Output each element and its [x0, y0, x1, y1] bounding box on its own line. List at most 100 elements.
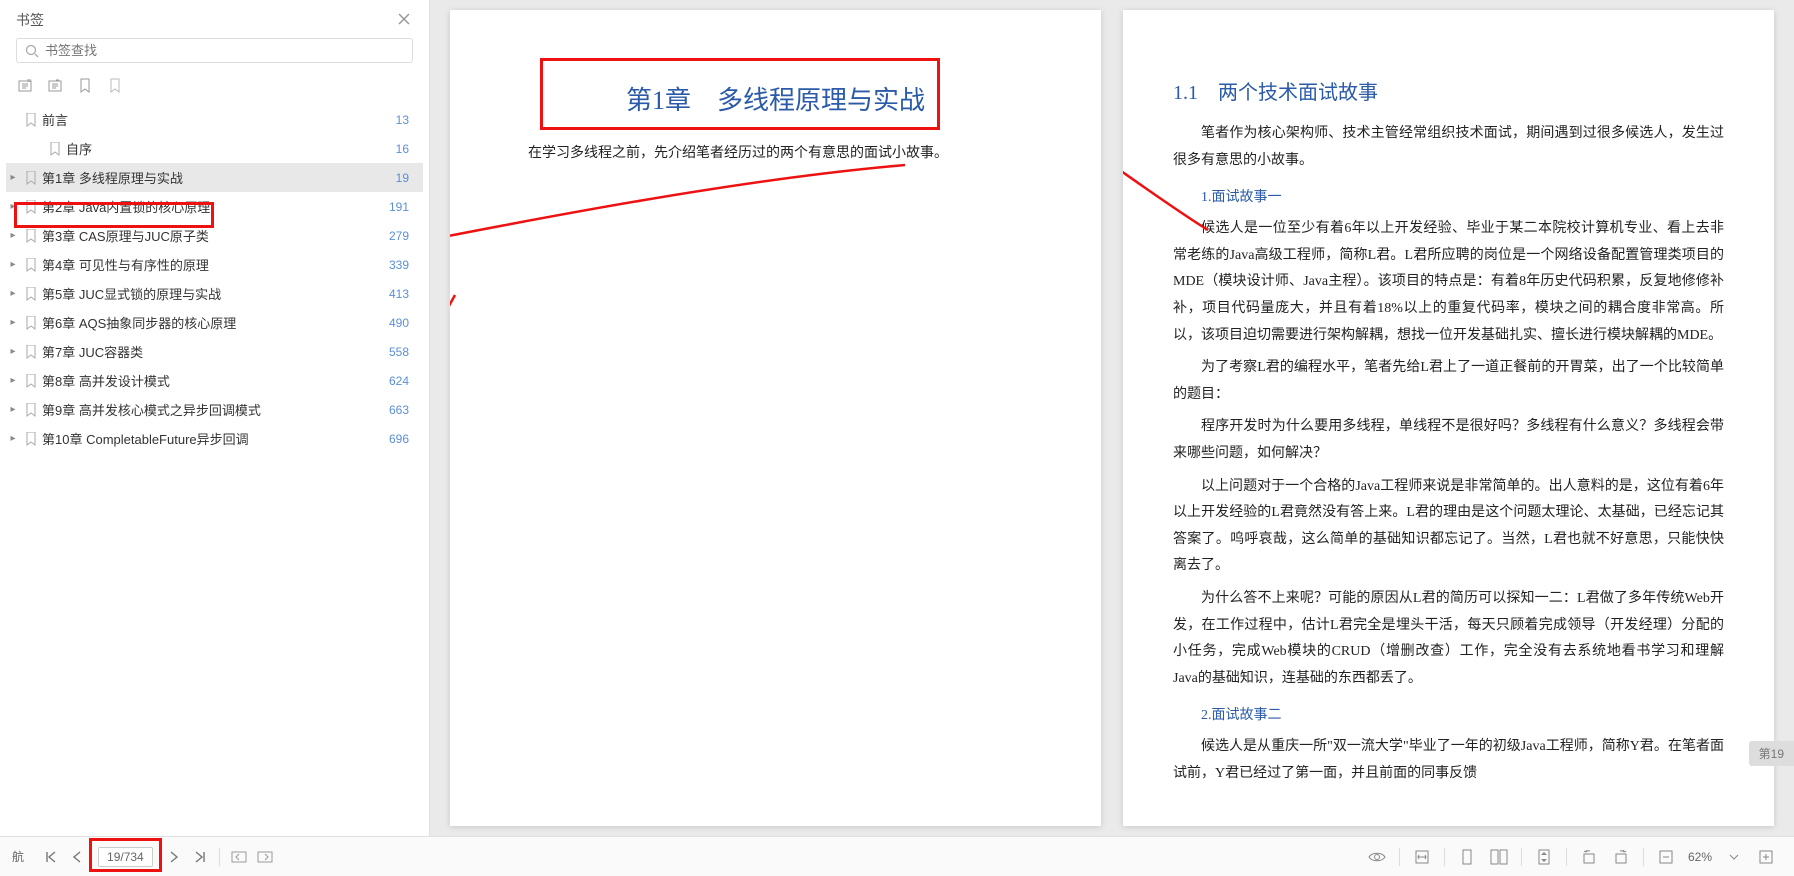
close-sidebar-button[interactable] [397, 12, 413, 28]
bookmark-page-number: 624 [379, 374, 419, 388]
subsection-title: 1.面试故事一 [1173, 186, 1724, 206]
bookmark-item[interactable]: ▸ 第10章 CompletableFuture异步回调696 [6, 424, 423, 453]
bookmark-ribbon-icon [48, 142, 62, 156]
bookmark-label: 第1章 多线程原理与实战 [42, 168, 379, 187]
bookmark-ribbon-icon [24, 113, 38, 127]
annotation-arrow-icon [450, 160, 920, 270]
bookmark-item[interactable]: ▸ 第5章 JUC显式锁的原理与实战413 [6, 279, 423, 308]
bookmark-search[interactable] [16, 38, 413, 63]
bookmark-outline-icon[interactable] [106, 77, 124, 95]
annotation-arrow-icon [450, 290, 460, 750]
expand-toggle-icon[interactable]: ▸ [6, 433, 20, 444]
bookmark-page-number: 19 [379, 171, 419, 185]
bookmark-label: 第5章 JUC显式锁的原理与实战 [42, 284, 379, 303]
expand-toggle-icon[interactable]: ▸ [6, 404, 20, 415]
bookmark-item[interactable]: 前言13 [6, 105, 423, 134]
expand-toggle-icon[interactable]: ▸ [6, 346, 20, 357]
page-number-value: 19/734 [107, 850, 144, 864]
expand-toggle-icon[interactable]: ▸ [6, 317, 20, 328]
two-page-icon[interactable] [1486, 845, 1512, 869]
bookmark-page-number: 339 [379, 258, 419, 272]
bookmark-label: 第2章 Java内置锁的核心原理 [42, 197, 379, 216]
zoom-level[interactable]: 62% [1688, 850, 1712, 864]
bookmark-ribbon-icon [24, 171, 38, 185]
search-icon [25, 44, 39, 58]
bookmark-label: 第10章 CompletableFuture异步回调 [42, 429, 379, 448]
zoom-out-button[interactable] [1653, 845, 1679, 869]
next-page-button[interactable] [163, 846, 185, 868]
nav-forward-button[interactable] [254, 846, 276, 868]
bookmark-label: 第4章 可见性与有序性的原理 [42, 255, 379, 274]
bookmarks-sidebar: 书签 前言13自序16▸第1章 多线程原理与实战19▸第2章 Java内置锁的核… [0, 0, 430, 876]
bookmark-item[interactable]: ▸ 第7章 JUC容器类558 [6, 337, 423, 366]
bookmark-label: 第7章 JUC容器类 [42, 342, 379, 361]
expand-toggle-icon[interactable]: ▸ [6, 172, 20, 183]
expand-toggle-icon[interactable]: ▸ [6, 201, 20, 212]
bookmark-ribbon-icon[interactable] [76, 77, 94, 95]
bookmark-ribbon-icon [24, 258, 38, 272]
bookmark-ribbon-icon [24, 200, 38, 214]
bookmark-item[interactable]: ▸ 第9章 高并发核心模式之异步回调模式663 [6, 395, 423, 424]
page-corner-badge: 第19 [1749, 741, 1794, 766]
zoom-dropdown-icon[interactable] [1721, 845, 1747, 869]
bookmark-ribbon-icon [24, 229, 38, 243]
body-text: 笔者作为核心架构师、技术主管经常组织技术面试，期间遇到过很多候选人，发生过很多有… [1173, 121, 1724, 174]
zoom-in-button[interactable] [1753, 845, 1779, 869]
bookmark-item[interactable]: ▸ 第4章 可见性与有序性的原理339 [6, 250, 423, 279]
body-text: 在学习多线程之前，先介绍笔者经历过的两个有意思的面试小故事。 [500, 141, 1051, 168]
bookmark-page-number: 663 [379, 403, 419, 417]
bookmark-label: 第8章 高并发设计模式 [42, 371, 379, 390]
bottom-toolbar: 航 19/734 62% [0, 836, 1794, 876]
body-text: 候选人是一位至少有着6年以上开发经验、毕业于某二本院校计算机专业、看上去非常老练… [1173, 216, 1724, 349]
visibility-icon[interactable] [1364, 845, 1390, 869]
nav-back-button[interactable] [228, 846, 250, 868]
expand-toggle-icon[interactable]: ▸ [6, 230, 20, 241]
bookmark-page-number: 558 [379, 345, 419, 359]
bookmark-ribbon-icon [24, 345, 38, 359]
rotate-right-icon[interactable] [1608, 845, 1634, 869]
body-text: 以上问题对于一个合格的Java工程师来说是非常简单的。出人意料的是，这位有着6年… [1173, 474, 1724, 580]
expand-toggle-icon[interactable]: ▸ [6, 375, 20, 386]
bookmark-label: 自序 [66, 139, 379, 158]
bookmark-ribbon-icon [24, 403, 38, 417]
page-number-input[interactable]: 19/734 [98, 847, 153, 867]
bookmark-item[interactable]: 自序16 [6, 134, 423, 163]
single-page-icon[interactable] [1454, 845, 1480, 869]
expand-toggle-icon[interactable]: ▸ [6, 288, 20, 299]
scroll-mode-icon[interactable] [1531, 845, 1557, 869]
bookmark-label: 前言 [42, 110, 379, 129]
bookmark-page-number: 413 [379, 287, 419, 301]
bookmark-label: 第3章 CAS原理与JUC原子类 [42, 226, 379, 245]
document-viewport: 第1章 多线程原理与实战 在学习多线程之前，先介绍笔者经历过的两个有意思的面试小… [430, 0, 1794, 876]
bookmark-page-number: 13 [379, 113, 419, 127]
fit-width-icon[interactable] [1409, 845, 1435, 869]
bookmark-page-number: 279 [379, 229, 419, 243]
bookmark-page-number: 191 [379, 200, 419, 214]
page-left: 第1章 多线程原理与实战 在学习多线程之前，先介绍笔者经历过的两个有意思的面试小… [450, 10, 1101, 826]
collapse-all-icon[interactable] [46, 77, 64, 95]
section-title: 1.1 两个技术面试故事 [1173, 76, 1724, 105]
body-text: 为什么答不上来呢？可能的原因从L君的简历可以探知一二：L君做了多年传统Web开发… [1173, 586, 1724, 692]
first-page-button[interactable] [40, 846, 62, 868]
bookmark-item[interactable]: ▸第6章 AQS抽象同步器的核心原理490 [6, 308, 423, 337]
subsection-title: 2.面试故事二 [1173, 704, 1724, 724]
sidebar-title: 书签 [16, 10, 44, 30]
bookmark-label: 第9章 高并发核心模式之异步回调模式 [42, 400, 379, 419]
bookmark-label: 第6章 AQS抽象同步器的核心原理 [42, 313, 379, 332]
bookmark-item[interactable]: ▸ 第8章 高并发设计模式624 [6, 366, 423, 395]
bookmark-page-number: 696 [379, 432, 419, 446]
bookmark-item[interactable]: ▸ 第1章 多线程原理与实战19 [6, 163, 423, 192]
bookmark-item[interactable]: ▸ 第2章 Java内置锁的核心原理191 [6, 192, 423, 221]
expand-toggle-icon[interactable]: ▸ [6, 259, 20, 270]
body-text: 为了考察L君的编程水平，笔者先给L君上了一道正餐前的开胃菜，出了一个比较简单的题… [1173, 355, 1724, 408]
rotate-left-icon[interactable] [1576, 845, 1602, 869]
bookmark-ribbon-icon [24, 374, 38, 388]
bookmark-ribbon-icon [24, 287, 38, 301]
bookmark-item[interactable]: ▸ 第3章 CAS原理与JUC原子类279 [6, 221, 423, 250]
bookmark-search-input[interactable] [45, 43, 404, 58]
expand-all-icon[interactable] [16, 77, 34, 95]
last-page-button[interactable] [189, 846, 211, 868]
prev-page-button[interactable] [66, 846, 88, 868]
chapter-title: 第1章 多线程原理与实战 [500, 80, 1051, 117]
sidebar-toolbar [0, 73, 429, 105]
